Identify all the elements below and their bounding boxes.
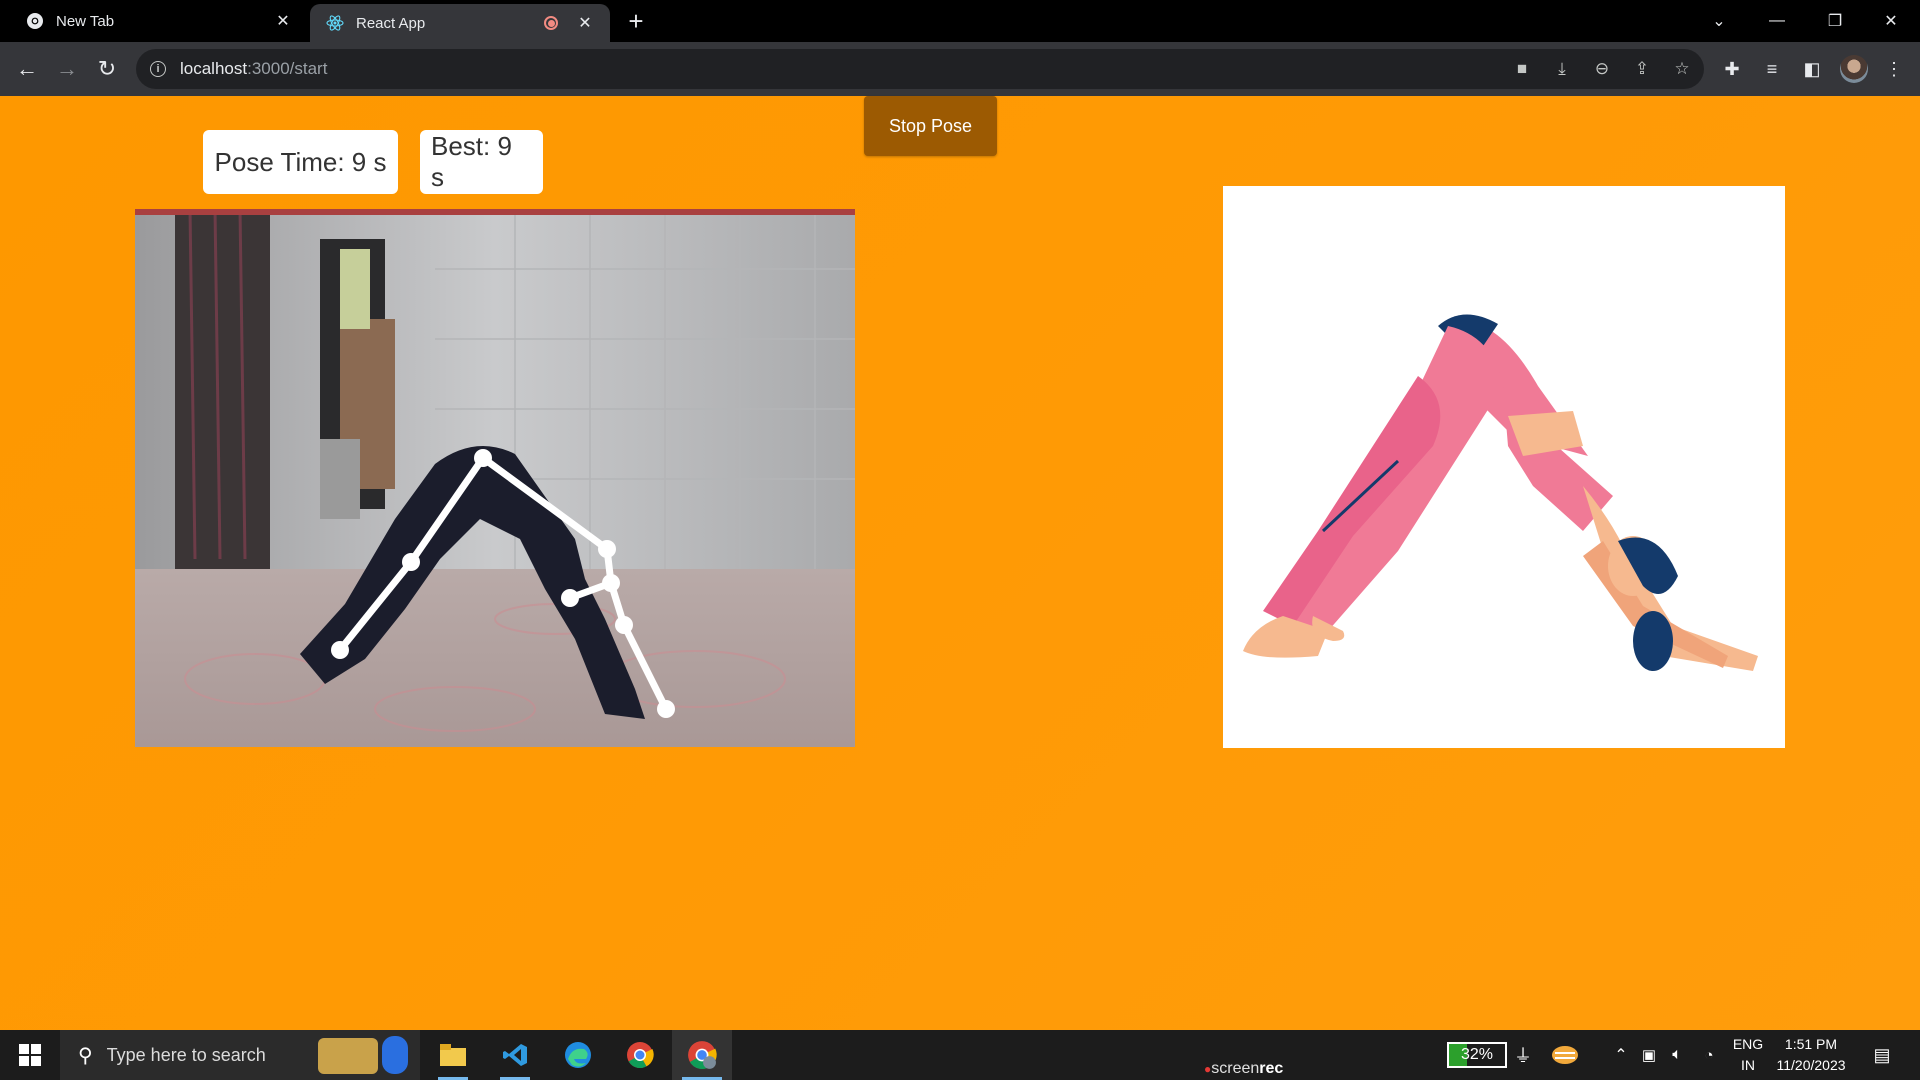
- reload-icon[interactable]: ↻: [92, 54, 122, 84]
- chevron-up-icon[interactable]: ⌃: [1610, 1030, 1632, 1080]
- new-tab-button[interactable]: +: [622, 8, 650, 36]
- pose-time-box: Pose Time: 9 s: [203, 130, 398, 194]
- back-icon[interactable]: ←: [12, 54, 42, 84]
- share-icon[interactable]: ⇪: [1632, 59, 1652, 79]
- search-highlight-figure-icon: [382, 1036, 408, 1074]
- url-path: :3000/start: [247, 59, 328, 78]
- reference-pose-image: [1223, 186, 1785, 748]
- minimize-icon[interactable]: —: [1748, 0, 1806, 42]
- webcam-feed: [135, 209, 855, 747]
- weather-icon[interactable]: [1550, 1030, 1580, 1080]
- search-placeholder: Type here to search: [106, 1044, 266, 1065]
- windows-icon: [19, 1044, 41, 1066]
- volume-icon[interactable]: 🔈︎: [1666, 1030, 1688, 1080]
- clock-time[interactable]: 1:51 PM: [1770, 1036, 1852, 1052]
- chrome-app[interactable]: [615, 1030, 665, 1080]
- recording-icon: [544, 16, 558, 30]
- screenrec-watermark: ●screenrec: [1204, 1060, 1284, 1077]
- battery-indicator[interactable]: 32%: [1447, 1042, 1507, 1068]
- forward-icon[interactable]: →: [52, 54, 82, 84]
- vscode-app[interactable]: [490, 1030, 540, 1080]
- wifi-icon[interactable]: ◔: [1698, 1030, 1720, 1080]
- tab-title: React App: [356, 14, 426, 32]
- restore-icon[interactable]: ❐: [1806, 0, 1864, 42]
- chrome-taskbar-icon: [627, 1042, 654, 1069]
- tab-title: New Tab: [56, 12, 115, 30]
- search-highlight-icon: [318, 1038, 378, 1074]
- browser-toolbar: ← → ↻ i localhost:3000/start ■ ⤓ ⊖ ⇪ ☆ ✚…: [0, 42, 1920, 96]
- best-time-box: Best: 9 s: [420, 130, 543, 194]
- battery-percent: 32%: [1460, 1046, 1494, 1063]
- react-icon: [326, 14, 344, 32]
- downward-dog-illustration: [1243, 314, 1758, 671]
- language-code[interactable]: ENG: [1730, 1036, 1766, 1052]
- taskbar-search[interactable]: ⚲ Type here to search: [60, 1030, 420, 1080]
- extensions-icon[interactable]: ✚: [1719, 56, 1745, 82]
- tab-search-icon[interactable]: ⌄: [1690, 0, 1748, 42]
- media-queue-icon[interactable]: ≡: [1759, 56, 1785, 82]
- close-window-icon[interactable]: ✕: [1862, 0, 1920, 42]
- clock-date[interactable]: 11/20/2023: [1770, 1057, 1852, 1073]
- install-icon[interactable]: ⤓: [1552, 59, 1572, 79]
- stop-pose-button[interactable]: Stop Pose: [864, 96, 997, 156]
- pose-time-text: Pose Time: 9 s: [214, 146, 387, 177]
- tab-react-app[interactable]: React App ✕: [310, 4, 610, 42]
- bookmark-star-icon[interactable]: ☆: [1672, 59, 1692, 79]
- file-explorer-app[interactable]: [428, 1030, 478, 1080]
- chrome-profile-app[interactable]: [672, 1030, 732, 1080]
- windows-taskbar: ⚲ Type here to search 32% ⏚ ⌃ ▣ 🔈︎ ◔ ENG…: [0, 1030, 1920, 1080]
- best-time-text: Best: 9 s: [431, 131, 512, 192]
- charging-plug-icon: ⏚: [1514, 1046, 1532, 1066]
- close-tab-icon[interactable]: ✕: [574, 12, 596, 34]
- edge-app[interactable]: [553, 1030, 603, 1080]
- info-icon[interactable]: i: [150, 61, 166, 77]
- chrome-icon: [26, 12, 44, 30]
- webcam-canvas: [135, 209, 855, 747]
- profile-avatar[interactable]: [1840, 55, 1868, 83]
- camera-icon[interactable]: ■: [1512, 59, 1532, 79]
- vscode-icon: [503, 1044, 527, 1066]
- url-host: localhost: [180, 59, 248, 78]
- address-bar[interactable]: i localhost:3000/start ■ ⤓ ⊖ ⇪ ☆: [136, 49, 1704, 89]
- notifications-icon[interactable]: ▤: [1868, 1030, 1896, 1080]
- close-tab-icon[interactable]: ✕: [272, 10, 294, 32]
- chrome-profile-icon: [688, 1041, 717, 1069]
- meet-now-icon[interactable]: ▣: [1638, 1030, 1660, 1080]
- edge-icon: [565, 1042, 591, 1068]
- language-region[interactable]: IN: [1730, 1057, 1766, 1073]
- zoom-icon[interactable]: ⊖: [1592, 59, 1612, 79]
- app-page: Stop Pose Pose Time: 9 s Best: 9 s: [0, 96, 1920, 1030]
- start-button[interactable]: [0, 1030, 60, 1080]
- folder-icon: [440, 1044, 466, 1066]
- tab-new-tab[interactable]: New Tab ✕: [0, 0, 308, 42]
- search-icon: ⚲: [78, 1044, 93, 1067]
- menu-icon[interactable]: ⋮: [1881, 56, 1907, 82]
- tab-strip: New Tab ✕ React App ✕ + ⌄ — ❐ ✕: [0, 0, 1920, 42]
- side-panel-icon[interactable]: ◧: [1799, 56, 1825, 82]
